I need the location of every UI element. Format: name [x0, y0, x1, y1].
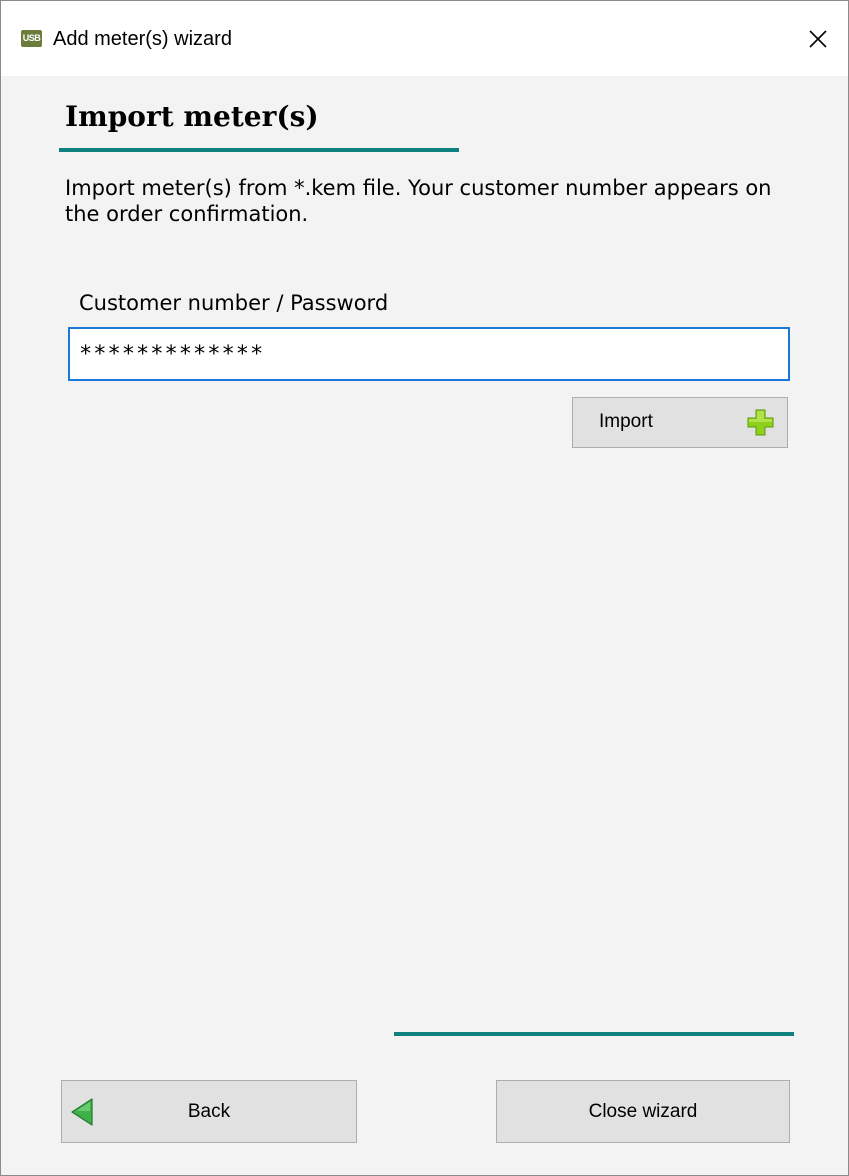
wizard-window: USB Add meter(s) wizard Import meter(s) …	[0, 0, 849, 1176]
window-title: Add meter(s) wizard	[53, 28, 232, 50]
title-underline	[59, 148, 459, 152]
page-description: Import meter(s) from *.kem file. Your cu…	[65, 176, 772, 226]
close-window-button[interactable]	[788, 1, 848, 76]
back-button-label: Back	[187, 1101, 231, 1122]
plus-icon	[747, 409, 774, 436]
title-bar: USB Add meter(s) wizard	[1, 1, 848, 76]
close-icon	[809, 29, 827, 48]
usb-app-icon: USB	[21, 30, 42, 47]
page-title: Import meter(s)	[65, 100, 319, 133]
footer-divider	[394, 1032, 794, 1036]
import-button[interactable]: Import	[572, 397, 788, 448]
customer-number-label: Customer number / Password	[79, 291, 389, 315]
customer-password-field[interactable]	[68, 327, 790, 381]
close-wizard-button-label: Close wizard	[588, 1101, 698, 1122]
back-button[interactable]: Back	[61, 1080, 357, 1143]
import-button-label: Import	[599, 411, 653, 432]
close-wizard-button[interactable]: Close wizard	[496, 1080, 790, 1143]
